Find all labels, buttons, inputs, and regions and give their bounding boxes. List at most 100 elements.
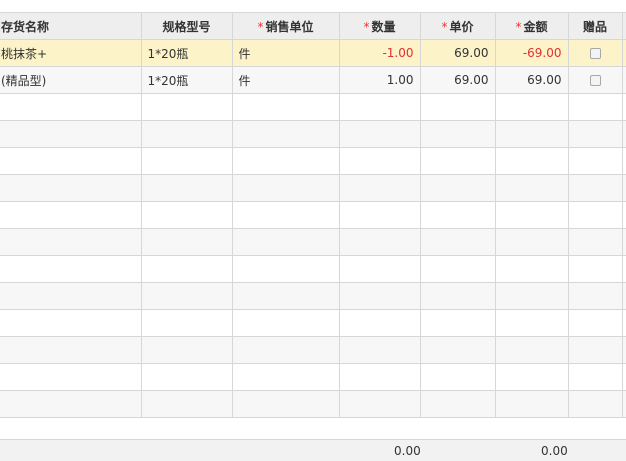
cell-name[interactable]: (精品型) <box>0 66 142 94</box>
col-header-spec[interactable]: 规格型号 <box>140 12 233 40</box>
cell-qty[interactable] <box>338 93 421 121</box>
col-header-price[interactable]: * 单价 <box>419 12 496 40</box>
cell-spec[interactable]: 1*20瓶 <box>140 39 233 67</box>
empty-row[interactable] <box>0 93 626 121</box>
cell-spec[interactable]: 1*20瓶 <box>140 66 233 94</box>
cell-price[interactable] <box>419 282 496 310</box>
gift-checkbox[interactable] <box>589 75 601 86</box>
cell-name[interactable]: 桃抹茶+ <box>0 39 142 67</box>
cell-amount[interactable] <box>494 363 569 391</box>
cell-name[interactable] <box>0 93 142 121</box>
cell-qty[interactable] <box>338 336 421 364</box>
cell-qty[interactable] <box>338 363 421 391</box>
cell-name[interactable] <box>0 147 142 175</box>
cell-name[interactable] <box>0 228 142 256</box>
cell-unit[interactable] <box>231 174 340 202</box>
gift-checkbox[interactable] <box>589 48 601 59</box>
cell-price[interactable] <box>419 390 496 418</box>
empty-row[interactable] <box>0 174 626 202</box>
cell-price[interactable]: 69.00 <box>419 39 496 67</box>
cell-spec[interactable] <box>140 174 233 202</box>
col-header-amount[interactable]: * 金额 <box>494 12 569 40</box>
cell-unit[interactable]: 件 <box>231 39 340 67</box>
cell-qty[interactable] <box>338 390 421 418</box>
cell-qty[interactable] <box>338 120 421 148</box>
cell-spec[interactable] <box>140 147 233 175</box>
cell-unit[interactable]: 件 <box>231 66 340 94</box>
col-header-unit[interactable]: * 销售单位 <box>231 12 340 40</box>
empty-row[interactable] <box>0 309 626 337</box>
cell-amount[interactable] <box>494 282 569 310</box>
col-header-qty[interactable]: * 数量 <box>338 12 421 40</box>
cell-name[interactable] <box>0 255 142 283</box>
table-row[interactable]: 桃抹茶+ 1*20瓶件 -1.00 69.00 -69.00 <box>0 39 626 67</box>
cell-amount[interactable] <box>494 120 569 148</box>
cell-unit[interactable] <box>231 255 340 283</box>
cell-unit[interactable] <box>231 120 340 148</box>
cell-unit[interactable] <box>231 336 340 364</box>
cell-spec[interactable] <box>140 309 233 337</box>
cell-name[interactable] <box>0 336 142 364</box>
cell-name[interactable] <box>0 309 142 337</box>
cell-unit[interactable] <box>231 93 340 121</box>
cell-amount[interactable] <box>494 201 569 229</box>
cell-qty[interactable] <box>338 174 421 202</box>
empty-row[interactable] <box>0 201 626 229</box>
cell-spec[interactable] <box>140 363 233 391</box>
cell-price[interactable] <box>419 201 496 229</box>
empty-row[interactable] <box>0 363 626 391</box>
cell-gift[interactable] <box>567 120 623 148</box>
cell-price[interactable] <box>419 228 496 256</box>
cell-qty[interactable] <box>338 309 421 337</box>
cell-qty[interactable] <box>338 282 421 310</box>
cell-spec[interactable] <box>140 120 233 148</box>
cell-amount[interactable] <box>494 390 569 418</box>
cell-gift[interactable] <box>567 93 623 121</box>
cell-amount[interactable] <box>494 93 569 121</box>
cell-spec[interactable] <box>140 336 233 364</box>
cell-gift[interactable] <box>567 336 623 364</box>
cell-qty[interactable] <box>338 255 421 283</box>
cell-gift[interactable] <box>567 228 623 256</box>
cell-amount[interactable]: 69.00 <box>494 66 569 94</box>
empty-row[interactable] <box>0 147 626 175</box>
cell-spec[interactable] <box>140 201 233 229</box>
cell-amount[interactable] <box>494 174 569 202</box>
cell-price[interactable] <box>419 255 496 283</box>
cell-unit[interactable] <box>231 228 340 256</box>
cell-unit[interactable] <box>231 282 340 310</box>
cell-gift[interactable] <box>567 147 623 175</box>
cell-name[interactable] <box>0 363 142 391</box>
cell-price[interactable] <box>419 93 496 121</box>
cell-unit[interactable] <box>231 390 340 418</box>
empty-row[interactable] <box>0 255 626 283</box>
cell-spec[interactable] <box>140 282 233 310</box>
cell-gift[interactable] <box>567 174 623 202</box>
cell-amount[interactable] <box>494 255 569 283</box>
cell-name[interactable] <box>0 390 142 418</box>
cell-price[interactable] <box>419 309 496 337</box>
cell-price[interactable] <box>419 336 496 364</box>
cell-price[interactable]: 69.00 <box>419 66 496 94</box>
cell-amount[interactable] <box>494 228 569 256</box>
cell-name[interactable] <box>0 282 142 310</box>
cell-name[interactable] <box>0 120 142 148</box>
cell-gift[interactable] <box>567 363 623 391</box>
cell-name[interactable] <box>0 201 142 229</box>
cell-amount[interactable] <box>494 336 569 364</box>
empty-row[interactable] <box>0 390 626 418</box>
cell-gift[interactable] <box>567 309 623 337</box>
cell-spec[interactable] <box>140 228 233 256</box>
cell-unit[interactable] <box>231 309 340 337</box>
cell-price[interactable] <box>419 147 496 175</box>
empty-row[interactable] <box>0 282 626 310</box>
cell-gift[interactable] <box>567 201 623 229</box>
cell-spec[interactable] <box>140 390 233 418</box>
empty-row[interactable] <box>0 228 626 256</box>
cell-qty[interactable] <box>338 201 421 229</box>
cell-spec[interactable] <box>140 93 233 121</box>
cell-unit[interactable] <box>231 201 340 229</box>
cell-price[interactable] <box>419 174 496 202</box>
col-header-name[interactable]: 存货名称 <box>0 12 142 40</box>
cell-gift[interactable] <box>567 282 623 310</box>
